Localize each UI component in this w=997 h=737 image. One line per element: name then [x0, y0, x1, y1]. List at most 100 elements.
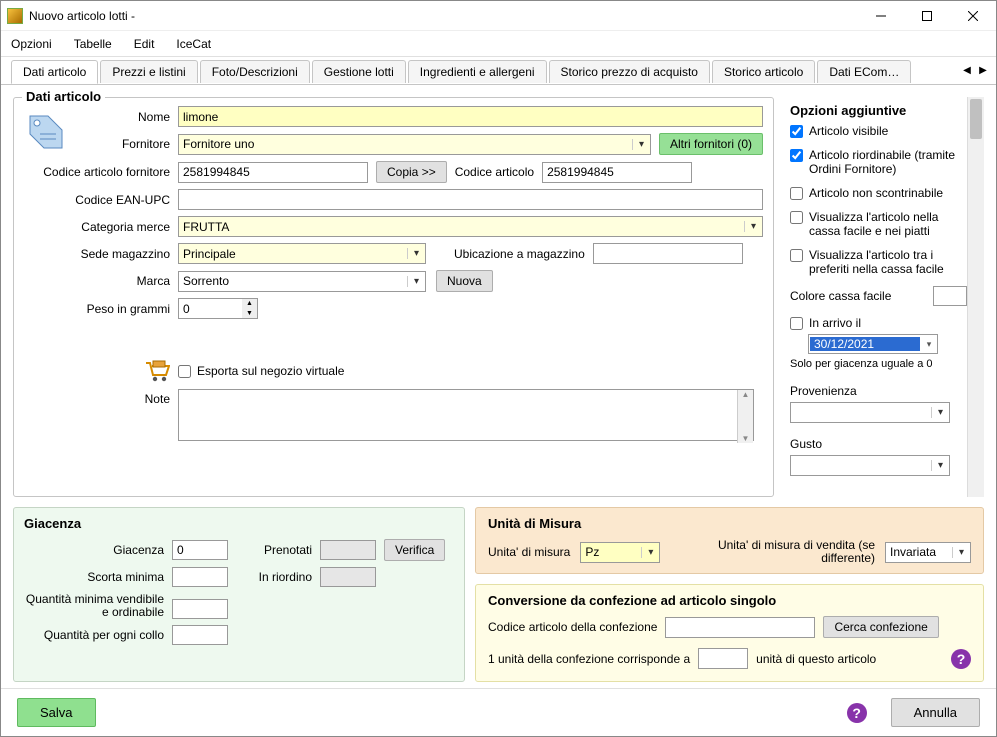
giacenza-group: Giacenza Giacenza Prenotati Verifica Sco… [13, 507, 465, 682]
tab-scroll-left[interactable]: ◀ [960, 65, 974, 76]
altri-fornitori-button[interactable]: Altri fornitori (0) [659, 133, 763, 155]
salva-button[interactable]: Salva [17, 698, 96, 727]
in-arrivo-label: In arrivo il [809, 316, 861, 330]
tabstrip: Dati articolo Prezzi e listini Foto/Desc… [1, 57, 996, 85]
in-arrivo-checkbox[interactable] [790, 317, 803, 330]
conversione-title: Conversione da confezione ad articolo si… [488, 593, 971, 608]
opzioni-scrollbar[interactable] [967, 97, 984, 497]
gusto-label: Gusto [790, 437, 967, 451]
maximize-button[interactable] [904, 1, 950, 31]
prenotati-input [320, 540, 376, 560]
menu-tabelle[interactable]: Tabelle [74, 37, 112, 51]
sede-label: Sede magazzino [24, 247, 178, 261]
visibile-label: Articolo visibile [809, 124, 888, 138]
chevron-down-icon: ▾ [921, 339, 937, 350]
conv-ratio-input[interactable] [698, 648, 748, 669]
titlebar: Nuovo articolo lotti - [1, 1, 996, 31]
marca-select[interactable]: Sorrento ▾ [178, 271, 426, 292]
chevron-down-icon: ▾ [952, 547, 970, 558]
giacenza-title: Giacenza [24, 516, 454, 531]
in-arrivo-date[interactable]: 30/12/2021 ▾ [808, 334, 938, 354]
codice-articolo-label: Codice articolo [455, 165, 534, 179]
tab-prezzi-listini[interactable]: Prezzi e listini [100, 60, 197, 83]
help-icon[interactable]: ? [847, 703, 867, 723]
codice-articolo-input[interactable] [542, 162, 692, 183]
tag-icon [26, 112, 66, 152]
giacenza-label: Giacenza [24, 543, 172, 557]
conv-ratio-post: unità di questo articolo [756, 652, 876, 666]
dati-articolo-title: Dati articolo [22, 89, 105, 104]
provenienza-select[interactable]: ▾ [790, 402, 950, 423]
tab-scroll-right[interactable]: ▶ [976, 65, 990, 76]
close-button[interactable] [950, 1, 996, 31]
cart-icon [144, 359, 170, 383]
peso-spinner[interactable]: ▲▼ [242, 298, 258, 319]
q-min-input[interactable] [172, 599, 228, 619]
ean-input[interactable] [178, 189, 763, 210]
tab-storico-prezzo[interactable]: Storico prezzo di acquisto [549, 60, 710, 83]
unita-vendita-label: Unita' di misura di vendita (se differen… [670, 539, 875, 565]
tab-gestione-lotti[interactable]: Gestione lotti [312, 60, 406, 83]
nuova-marca-button[interactable]: Nuova [436, 270, 493, 292]
non-scontrinabile-label: Articolo non scontrinabile [809, 186, 943, 200]
minimize-button[interactable] [858, 1, 904, 31]
ubicazione-input[interactable] [593, 243, 743, 264]
menu-opzioni[interactable]: Opzioni [11, 37, 52, 51]
scroll-up-icon[interactable]: ▲ [742, 390, 750, 399]
categoria-label: Categoria merce [24, 220, 178, 234]
conv-codice-input[interactable] [665, 617, 815, 638]
opzioni-group: Opzioni aggiuntive Articolo visibile Art… [784, 97, 967, 497]
riordinabile-label: Articolo riordinabile (tramite Ordini Fo… [809, 148, 967, 176]
visibile-checkbox[interactable] [790, 125, 803, 138]
conversione-group: Conversione da confezione ad articolo si… [475, 584, 984, 682]
chevron-down-icon: ▾ [931, 460, 949, 471]
copia-button[interactable]: Copia >> [376, 161, 447, 183]
nome-input[interactable] [178, 106, 763, 127]
tab-dati-ecom[interactable]: Dati ECom… [817, 60, 911, 83]
app-icon [7, 8, 23, 24]
chevron-down-icon: ▾ [744, 221, 762, 232]
annulla-button[interactable]: Annulla [891, 698, 980, 727]
codice-fornitore-input[interactable] [178, 162, 368, 183]
tab-dati-articolo[interactable]: Dati articolo [11, 60, 98, 84]
giacenza-input[interactable] [172, 540, 228, 560]
bottombar: Salva ? Annulla [1, 688, 996, 736]
unita-select[interactable]: Pz ▾ [580, 542, 660, 563]
help-icon[interactable]: ? [951, 649, 971, 669]
cerca-confezione-button[interactable]: Cerca confezione [823, 616, 938, 638]
ubicazione-label: Ubicazione a magazzino [454, 247, 585, 261]
esporta-label: Esporta sul negozio virtuale [197, 364, 344, 378]
colore-label: Colore cassa facile [790, 289, 927, 303]
menu-edit[interactable]: Edit [134, 37, 155, 51]
verifica-button[interactable]: Verifica [384, 539, 445, 561]
tab-ingredienti[interactable]: Ingredienti e allergeni [408, 60, 547, 83]
gusto-select[interactable]: ▾ [790, 455, 950, 476]
fornitore-select[interactable]: Fornitore uno ▾ [178, 134, 651, 155]
note-textarea[interactable] [178, 389, 754, 441]
chevron-down-icon: ▾ [931, 407, 949, 418]
q-collo-input[interactable] [172, 625, 228, 645]
non-scontrinabile-checkbox[interactable] [790, 187, 803, 200]
scorta-input[interactable] [172, 567, 228, 587]
riordinabile-checkbox[interactable] [790, 149, 803, 162]
preferiti-checkbox[interactable] [790, 249, 803, 262]
colore-swatch[interactable] [933, 286, 967, 306]
sede-select[interactable]: Principale ▾ [178, 243, 426, 264]
q-collo-label: Quantità per ogni collo [24, 628, 172, 642]
tab-storico-articolo[interactable]: Storico articolo [712, 60, 815, 83]
categoria-select[interactable]: FRUTTA ▾ [178, 216, 763, 237]
opzioni-title: Opzioni aggiuntive [790, 103, 967, 118]
esporta-checkbox[interactable] [178, 365, 191, 378]
menu-icecat[interactable]: IceCat [176, 37, 211, 51]
scroll-down-icon[interactable]: ▼ [742, 434, 750, 443]
peso-input[interactable] [178, 298, 242, 319]
unita-vendita-select[interactable]: Invariata ▾ [885, 542, 971, 563]
menubar: Opzioni Tabelle Edit IceCat [1, 31, 996, 57]
tab-foto-descrizioni[interactable]: Foto/Descrizioni [200, 60, 310, 83]
cassa-facile-checkbox[interactable] [790, 211, 803, 224]
um-title: Unità di Misura [488, 516, 971, 531]
note-label: Note [24, 389, 178, 406]
unita-label: Unita' di misura [488, 545, 570, 559]
codice-fornitore-label: Codice articolo fornitore [24, 165, 178, 179]
ean-label: Codice EAN-UPC [24, 193, 178, 207]
